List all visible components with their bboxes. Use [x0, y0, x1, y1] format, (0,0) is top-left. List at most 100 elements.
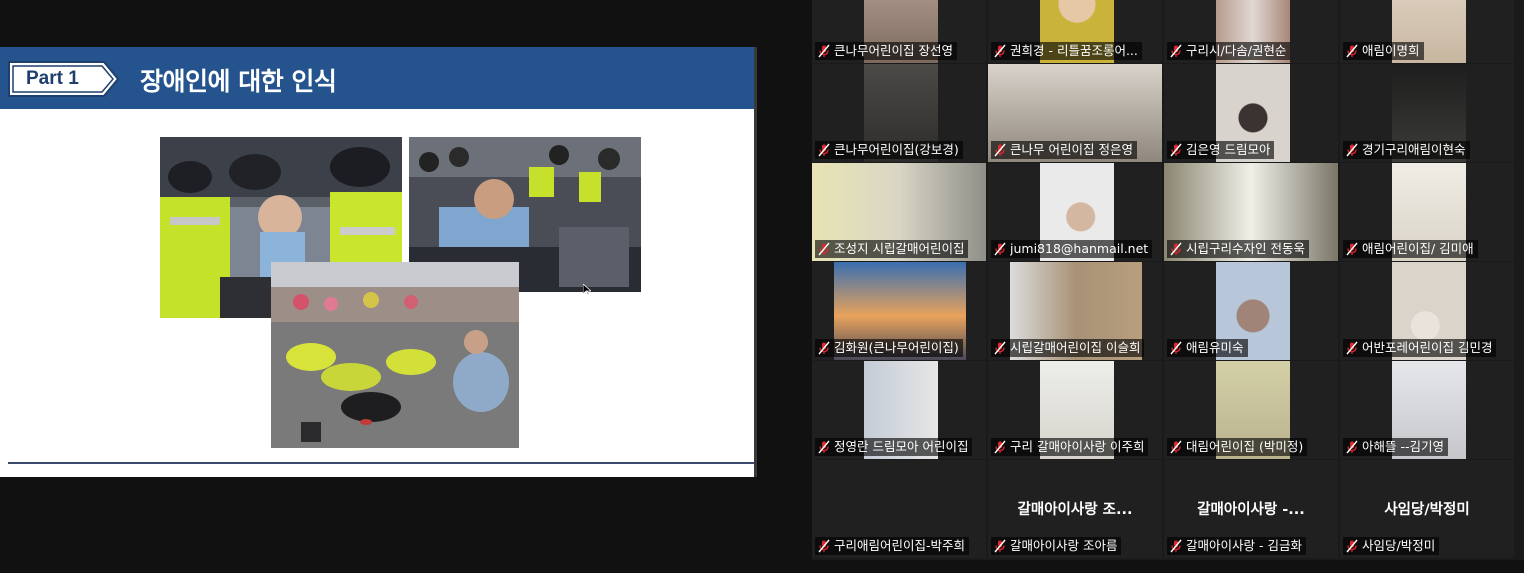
participant-name-bar: 사임당/박정미 — [1343, 537, 1440, 555]
participant-name: 정영란 드림모아 어린이집 — [834, 439, 969, 454]
participant-name: 권희경 - 리틀꿈조롱어... — [1010, 43, 1138, 58]
muted-mic-icon — [1170, 539, 1182, 553]
participant-name-bar: 구리 갈매아이사랑 이주희 — [991, 438, 1149, 456]
participant-display-name: 갈매아이사랑 -... — [1197, 502, 1305, 518]
participant-name: 큰나무 어린이집 정은영 — [1010, 142, 1133, 157]
participant-name-bar: 구리시/다솜/권현순 — [1167, 42, 1291, 60]
participant-tile[interactable]: 갈매아이사랑 -... 갈매아이사랑 - 김금화 — [1164, 460, 1338, 558]
protest-photo-street-crawl — [271, 262, 519, 448]
participant-display-name: 갈매아이사랑 조... — [1017, 502, 1133, 518]
muted-mic-icon — [1346, 143, 1358, 157]
muted-mic-icon — [994, 143, 1006, 157]
participant-tile[interactable]: 김은영 드림모아 — [1164, 64, 1338, 162]
participant-tile[interactable]: 갈매아이사랑 조... 갈매아이사랑 조아름 — [988, 460, 1162, 558]
participant-name-bar: 큰나무어린이집(강보경) — [815, 141, 963, 159]
participant-name: 시립구리수자인 전동욱 — [1186, 241, 1305, 256]
participant-tile[interactable]: 사임당/박정미 사임당/박정미 — [1340, 460, 1514, 558]
participant-name-bar: 시립갈매어린이집 이슬희 — [991, 339, 1145, 357]
participant-tile[interactable]: 어반포레어린이집 김민경 — [1340, 262, 1514, 360]
participant-display-name: 사임당/박정미 — [1384, 502, 1470, 518]
participant-name-bar: 경기구리애림이현숙 — [1343, 141, 1470, 159]
muted-mic-icon — [1170, 341, 1182, 355]
participant-tile[interactable]: 큰나무 어린이집 정은영 — [988, 64, 1162, 162]
muted-mic-icon — [1170, 143, 1182, 157]
participant-tile[interactable]: 큰나무어린이집 장선영 — [812, 0, 986, 63]
participant-tile[interactable]: 시립구리수자인 전동욱 — [1164, 163, 1338, 261]
participant-tile[interactable]: 애림어린이집/ 김미애 — [1340, 163, 1514, 261]
participant-name: 구리시/다솜/권현순 — [1186, 43, 1287, 58]
muted-mic-icon — [818, 242, 830, 256]
participant-name-bar: 애림이명희 — [1343, 42, 1424, 60]
muted-mic-icon — [1346, 440, 1358, 454]
participant-name: 애림어린이집/ 김미애 — [1362, 241, 1474, 256]
slide-footer-line — [8, 462, 754, 464]
participant-tile[interactable]: jumi818@hanmail.net — [988, 163, 1162, 261]
participant-tile[interactable]: 정영란 드림모아 어린이집 — [812, 361, 986, 459]
muted-mic-icon — [1346, 242, 1358, 256]
participant-tile[interactable]: 시립갈매어린이집 이슬희 — [988, 262, 1162, 360]
participant-tile[interactable]: 아해뜰 --김기영 — [1340, 361, 1514, 459]
muted-mic-icon — [818, 341, 830, 355]
participant-name-bar: 조성지 시립갈매어린이집 — [815, 240, 969, 258]
participant-tile[interactable]: 큰나무어린이집(강보경) — [812, 64, 986, 162]
part-label: Part 1 — [26, 68, 79, 89]
participant-gallery: 큰나무어린이집 장선영 권희경 - 리틀꿈조롱어... 구리시/다솜/권현순 애림이명… — [812, 0, 1524, 560]
muted-mic-icon — [994, 341, 1006, 355]
participant-name: 조성지 시립갈매어린이집 — [834, 241, 965, 256]
muted-mic-icon — [994, 440, 1006, 454]
participant-name: 큰나무어린이집(강보경) — [834, 142, 959, 157]
participant-name-bar: 큰나무 어린이집 정은영 — [991, 141, 1137, 159]
muted-mic-icon — [1346, 341, 1358, 355]
slide-title: 장애인에 대한 인식 — [140, 67, 337, 96]
participant-tile[interactable]: 경기구리애림이현숙 — [1340, 64, 1514, 162]
muted-mic-icon — [818, 440, 830, 454]
participant-name: 애림이명희 — [1362, 43, 1420, 58]
participant-name-bar: 큰나무어린이집 장선영 — [815, 42, 957, 60]
slide-edge — [754, 47, 757, 477]
participant-name: 갈매아이사랑 - 김금화 — [1186, 538, 1302, 553]
participant-name-bar: 구리애림어린이집-박주희 — [815, 537, 970, 555]
muted-mic-icon — [994, 44, 1006, 58]
participant-name: 큰나무어린이집 장선영 — [834, 43, 953, 58]
muted-mic-icon — [1170, 440, 1182, 454]
participant-tile[interactable]: 애림이명희 — [1340, 0, 1514, 63]
muted-mic-icon — [818, 143, 830, 157]
shared-screen-slide: Part 1 장애인에 대한 인식 — [0, 47, 757, 477]
muted-mic-icon — [1346, 539, 1358, 553]
participant-tile[interactable]: 대림어린이집 (박미정) — [1164, 361, 1338, 459]
participant-name: 시립갈매어린이집 이슬희 — [1010, 340, 1141, 355]
participant-name: 구리애림어린이집-박주희 — [834, 538, 966, 553]
mouse-cursor-icon — [583, 284, 591, 296]
participant-name-bar: 김화원(큰나무어린이집) — [815, 339, 963, 357]
muted-mic-icon — [1170, 44, 1182, 58]
participant-name-bar: 시립구리수자인 전동욱 — [1167, 240, 1309, 258]
participant-name-bar: 애림유미숙 — [1167, 339, 1248, 357]
participant-name-bar: 권희경 - 리틀꿈조롱어... — [991, 42, 1142, 60]
participant-tile[interactable]: 구리 갈매아이사랑 이주희 — [988, 361, 1162, 459]
muted-mic-icon — [994, 539, 1006, 553]
muted-mic-icon — [1346, 44, 1358, 58]
participant-name: 애림유미숙 — [1186, 340, 1244, 355]
participant-name: 아해뜰 --김기영 — [1362, 439, 1444, 454]
participant-tile[interactable]: 김화원(큰나무어린이집) — [812, 262, 986, 360]
part-badge: Part 1 — [8, 61, 120, 97]
muted-mic-icon — [994, 242, 1006, 256]
participant-name: 김은영 드림모아 — [1186, 142, 1271, 157]
participant-name: 경기구리애림이현숙 — [1362, 142, 1466, 157]
participant-tile[interactable]: 애림유미숙 — [1164, 262, 1338, 360]
participant-tile[interactable]: 권희경 - 리틀꿈조롱어... — [988, 0, 1162, 63]
participant-name: 어반포레어린이집 김민경 — [1362, 340, 1493, 355]
participant-name-bar: jumi818@hanmail.net — [991, 240, 1153, 258]
participant-name: 구리 갈매아이사랑 이주희 — [1010, 439, 1145, 454]
participant-tile[interactable]: 조성지 시립갈매어린이집 — [812, 163, 986, 261]
participant-name: jumi818@hanmail.net — [1010, 241, 1149, 256]
participant-tile[interactable]: 구리애림어린이집-박주희 — [812, 460, 986, 558]
slide-header: Part 1 장애인에 대한 인식 — [0, 47, 754, 109]
participant-name-bar: 갈매아이사랑 - 김금화 — [1167, 537, 1306, 555]
participant-name-bar: 어반포레어린이집 김민경 — [1343, 339, 1497, 357]
participant-tile[interactable]: 구리시/다솜/권현순 — [1164, 0, 1338, 63]
muted-mic-icon — [818, 539, 830, 553]
participant-name-bar: 김은영 드림모아 — [1167, 141, 1275, 159]
participant-name-bar: 대림어린이집 (박미정) — [1167, 438, 1308, 456]
participant-name: 갈매아이사랑 조아름 — [1010, 538, 1118, 553]
